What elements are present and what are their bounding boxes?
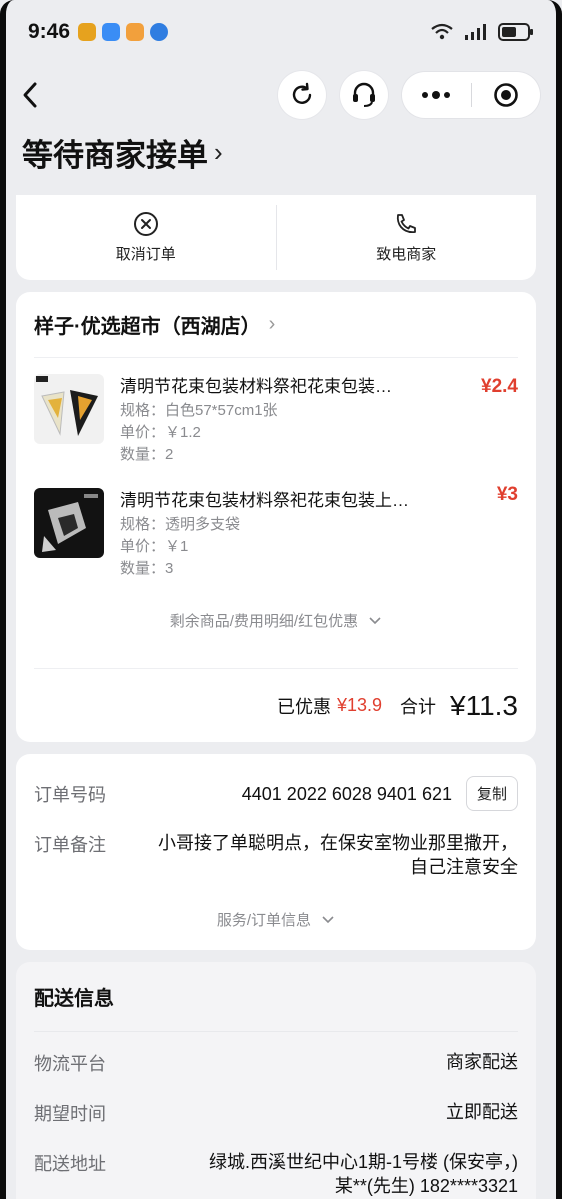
flower-bag-image: [34, 488, 104, 558]
order-items-card: 样子·优选超市（西湖店） › 清明节花束包装材料祭祀花束包装… 规格：白色57*…: [16, 292, 536, 742]
delivery-info-card: 配送信息 物流平台 商家配送 期望时间 立即配送 配送地址 绿城.西溪世纪中心1…: [16, 962, 536, 1199]
app-notification-icon: [78, 23, 97, 41]
item-quantity: 数量：2: [120, 446, 174, 463]
item-info: 清明节花束包装材料祭祀花束包装上… 规格：透明多支袋 单价：￥1 数量：3: [120, 488, 518, 580]
chevron-down-icon: [322, 916, 334, 924]
target-icon: [493, 83, 518, 107]
item-spec: 规格：白色57*57cm1张: [120, 402, 278, 419]
flower-wrap-image: [34, 374, 104, 444]
chevron-right-icon: ›: [214, 137, 223, 167]
item-price: ¥3: [496, 484, 518, 505]
delivery-address-row: 配送地址 绿城.西溪世纪中心1期-1号楼 (保安亭，) 某**(先生) 182*…: [34, 1150, 518, 1198]
customer-service-button[interactable]: [340, 71, 388, 119]
more-button[interactable]: [402, 72, 471, 118]
call-merchant-label: 致电商家: [376, 246, 437, 263]
discount-value: ¥13.9: [336, 695, 382, 715]
app-notification-icon: [150, 23, 169, 41]
call-merchant-button[interactable]: 致电商家: [277, 195, 537, 280]
status-bar: 9:46: [0, 0, 562, 64]
product-thumbnail: [34, 374, 104, 444]
expected-time-value: 立即配送: [446, 1102, 518, 1122]
copy-order-number-button[interactable]: 复制: [465, 776, 518, 811]
item-unit-price: 单价：￥1.2: [120, 424, 201, 441]
order-status-title: 等待商家接单: [22, 138, 208, 173]
chevron-down-icon: [369, 617, 381, 625]
signal-icon: [465, 24, 486, 40]
item-info: 清明节花束包装材料祭祀花束包装… 规格：白色57*57cm1张 单价：￥1.2 …: [120, 374, 518, 466]
refresh-icon: [292, 82, 312, 104]
order-number-value: 4401 2022 6028 9401 621: [241, 783, 452, 804]
order-number-label: 订单号码: [34, 784, 106, 805]
nav-actions: [278, 71, 540, 119]
status-app-icons: [78, 23, 169, 41]
expand-fee-details-link[interactable]: 剩余商品/费用明细/红包优惠: [34, 610, 518, 631]
cancel-order-label: 取消订单: [115, 246, 176, 263]
app-notification-icon: [102, 23, 121, 41]
close-mini-program-button[interactable]: [472, 72, 541, 118]
cancel-order-button[interactable]: 取消订单: [16, 195, 276, 280]
logistics-platform-value: 商家配送: [446, 1052, 518, 1072]
expected-time-row: 期望时间 立即配送: [34, 1100, 518, 1126]
total-value: ¥11.3: [450, 689, 518, 721]
item-title: 清明节花束包装材料祭祀花束包装上…: [120, 491, 409, 510]
section-title: 配送信息: [34, 962, 518, 1032]
cancel-circle-icon: [133, 212, 158, 236]
status-time: 9:46: [28, 20, 71, 43]
order-total-row: 已优惠 ¥13.9 合计 ¥11.3: [34, 668, 518, 742]
item-unit-price: 单价：￥1: [120, 538, 189, 555]
headset-icon: [353, 82, 375, 107]
delivery-address-label: 配送地址: [34, 1154, 106, 1174]
app-notification-icon: [126, 23, 145, 41]
logistics-platform-row: 物流平台 商家配送: [34, 1050, 518, 1076]
total-label: 合计: [400, 696, 436, 717]
item-quantity: 数量：3: [120, 560, 174, 577]
order-actions-card: 取消订单 致电商家: [16, 195, 536, 280]
more-icon: [422, 91, 451, 99]
store-header[interactable]: 样子·优选超市（西湖店） ›: [34, 292, 518, 358]
expand-service-info-link[interactable]: 服务/订单信息: [34, 909, 518, 930]
expand-fee-details-label: 剩余商品/费用明细/红包优惠: [169, 613, 359, 630]
page-title[interactable]: 等待商家接单 ›: [22, 130, 223, 175]
back-button[interactable]: [14, 75, 46, 115]
chevron-left-icon: [23, 82, 37, 108]
wifi-icon: [431, 23, 453, 40]
order-note-label: 订单备注: [34, 835, 106, 855]
expand-service-info-label: 服务/订单信息: [216, 912, 311, 929]
delivery-address-value: 绿城.西溪世纪中心1期-1号楼 (保安亭，) 某**(先生) 182****33…: [144, 1150, 518, 1198]
order-number-row: 订单号码 4401 2022 6028 9401 621 复制: [34, 776, 518, 811]
expected-time-label: 期望时间: [34, 1104, 106, 1124]
list-item[interactable]: 清明节花束包装材料祭祀花束包装… 规格：白色57*57cm1张 单价：￥1.2 …: [34, 358, 518, 466]
mini-program-capsule: [402, 72, 540, 118]
delivery-contact-line: 某**(先生) 182****3321: [334, 1176, 518, 1196]
order-note-row: 订单备注 小哥接了单聪明点，在保安室物业那里撒开，自己注意安全: [34, 831, 518, 879]
item-title: 清明节花束包装材料祭祀花束包装…: [120, 377, 392, 396]
product-thumbnail: [34, 488, 104, 558]
status-indicators: [430, 22, 534, 42]
battery-icon: [498, 23, 533, 41]
item-price: ¥2.4: [481, 376, 518, 397]
store-name: 样子·优选超市（西湖店）: [34, 316, 261, 338]
discount-label: 已优惠: [276, 696, 331, 717]
order-note-value: 小哥接了单聪明点，在保安室物业那里撒开，自己注意安全: [158, 833, 518, 877]
delivery-address-line: 绿城.西溪世纪中心1期-1号楼 (保安亭，): [208, 1152, 518, 1172]
list-item[interactable]: 清明节花束包装材料祭祀花束包装上… 规格：透明多支袋 单价：￥1 数量：3 ¥3: [34, 466, 518, 580]
phone-icon: [397, 214, 417, 234]
refresh-button[interactable]: [278, 71, 326, 119]
order-info-card: 订单号码 4401 2022 6028 9401 621 复制 订单备注 小哥接…: [16, 754, 536, 950]
item-spec: 规格：透明多支袋: [120, 516, 241, 533]
logistics-platform-label: 物流平台: [34, 1054, 106, 1074]
chevron-right-icon: ›: [268, 313, 276, 335]
nav-bar: [0, 70, 562, 120]
